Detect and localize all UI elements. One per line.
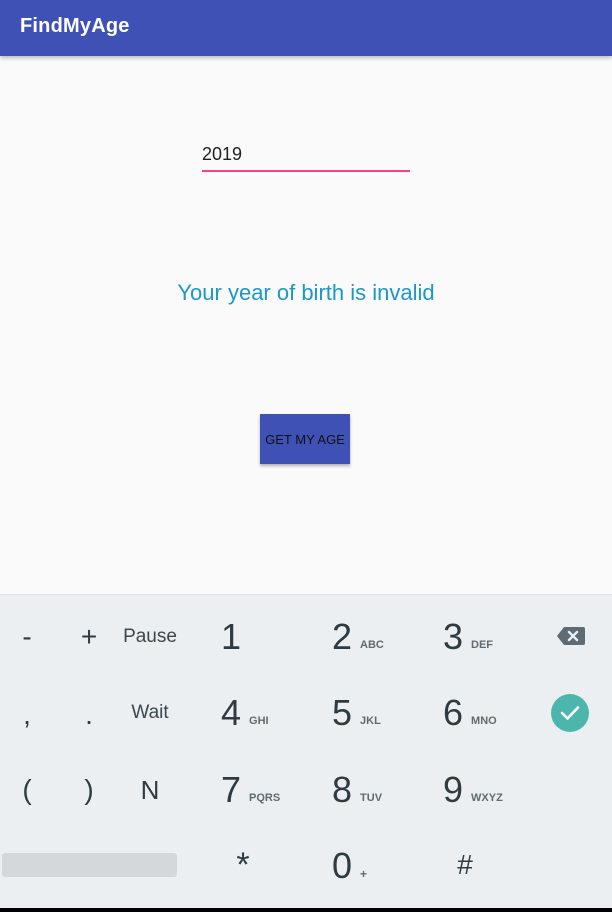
key-wait[interactable]: Wait: [110, 693, 190, 733]
bottom-edge: [0, 908, 612, 912]
key-comma[interactable]: ,: [2, 690, 52, 740]
year-of-birth-input[interactable]: [202, 138, 410, 172]
key-6[interactable]: 6 MNO: [443, 683, 543, 743]
key-3[interactable]: 3 DEF: [443, 607, 543, 667]
key-5[interactable]: 5 JKL: [332, 683, 432, 743]
key-4-digit: 4: [221, 692, 242, 733]
key-plus[interactable]: +: [64, 612, 114, 662]
key-2-digit: 2: [332, 616, 353, 657]
key-period[interactable]: .: [64, 690, 114, 740]
app-bar: FindMyAge: [0, 0, 612, 56]
key-hash[interactable]: #: [440, 840, 490, 890]
key-8-letters: TUV: [360, 792, 383, 804]
result-message: Your year of birth is invalid: [177, 280, 435, 305]
key-7-digit: 7: [221, 769, 242, 810]
key-left-paren[interactable]: (: [2, 765, 52, 815]
get-my-age-button[interactable]: GET MY AGE: [260, 414, 350, 464]
key-0-digit: 0: [332, 845, 353, 886]
key-8-digit: 8: [332, 769, 353, 810]
key-4-letters: GHI: [249, 715, 269, 727]
key-7[interactable]: 7 PQRS: [221, 760, 321, 820]
key-2[interactable]: 2 ABC: [332, 607, 432, 667]
key-5-letters: JKL: [360, 715, 381, 727]
key-0[interactable]: 0 +: [332, 836, 432, 896]
key-1-digit: 1: [221, 616, 242, 657]
key-3-letters: DEF: [471, 639, 494, 651]
key-4[interactable]: 4 GHI: [221, 683, 321, 743]
app-title: FindMyAge: [20, 15, 130, 37]
backspace-icon[interactable]: [556, 625, 586, 647]
key-6-digit: 6: [443, 692, 464, 733]
key-n[interactable]: N: [125, 765, 175, 815]
key-6-letters: MNO: [471, 715, 497, 727]
key-minus[interactable]: -: [2, 612, 52, 662]
key-9-letters: WXYZ: [471, 792, 503, 804]
numeric-keyboard: - + Pause 1 2 ABC 3 DEF , . Wait 4 GHI 5…: [0, 594, 612, 909]
key-2-letters: ABC: [360, 639, 384, 651]
space-key[interactable]: [2, 853, 177, 877]
key-9-digit: 9: [443, 769, 464, 810]
key-pause[interactable]: Pause: [110, 617, 190, 657]
key-8[interactable]: 8 TUV: [332, 760, 432, 820]
check-icon[interactable]: [551, 694, 589, 732]
key-7-letters: PQRS: [249, 792, 281, 804]
key-5-digit: 5: [332, 692, 353, 733]
key-right-paren[interactable]: ): [64, 765, 114, 815]
main-content: Your year of birth is invalid GET MY AGE: [0, 56, 612, 594]
key-0-plus: +: [360, 867, 368, 881]
key-9[interactable]: 9 WXYZ: [443, 760, 543, 820]
key-3-digit: 3: [443, 616, 464, 657]
key-star[interactable]: *: [218, 840, 268, 890]
key-1[interactable]: 1: [221, 607, 321, 667]
